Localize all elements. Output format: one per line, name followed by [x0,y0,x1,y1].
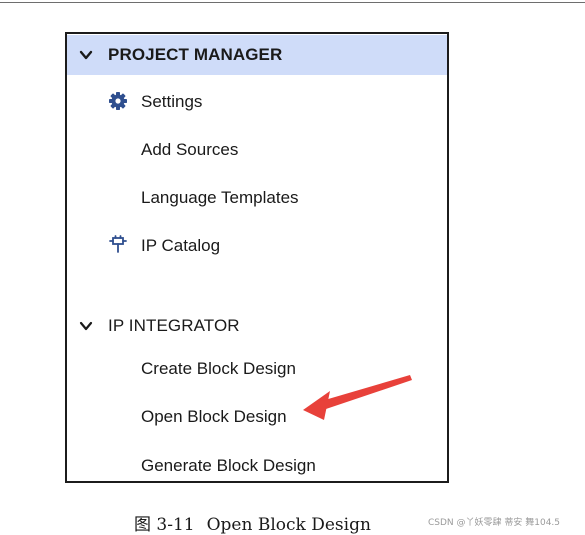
top-divider [0,2,585,3]
create-block-design-item[interactable]: Create Block Design [67,354,447,384]
generate-block-design-label: Generate Block Design [141,456,316,475]
csdn-watermark: CSDN @丫妖零肆 蒂安 舞104.5 [428,518,561,528]
add-sources-label: Add Sources [141,140,239,159]
language-templates-label: Language Templates [141,188,299,207]
project-manager-label: PROJECT MANAGER [108,45,283,64]
settings-item[interactable]: Settings [67,87,447,117]
ip-catalog-item[interactable]: IP Catalog [67,231,447,261]
ip-integrator-header[interactable]: IP INTEGRATOR [67,306,447,346]
flow-navigator-panel: PROJECT MANAGER Settings Add Sources Lan… [65,32,449,483]
open-block-design-label: Open Block Design [141,407,287,426]
generate-block-design-item[interactable]: Generate Block Design [67,451,447,481]
figure-number: 图 3-11 [134,515,195,535]
settings-label: Settings [141,92,203,111]
ip-catalog-label: IP Catalog [141,236,221,255]
open-block-design-item[interactable]: Open Block Design [67,402,447,432]
figure-title: Open Block Design [206,515,371,535]
add-sources-item[interactable]: Add Sources [67,135,447,165]
gear-icon [109,92,127,110]
ip-plug-icon [109,235,127,253]
create-block-design-label: Create Block Design [141,359,296,378]
chevron-down-icon[interactable] [79,48,93,62]
chevron-down-icon[interactable] [79,319,93,333]
figure-caption: 图 3-11 Open Block Design [134,510,371,535]
ip-integrator-label: IP INTEGRATOR [108,316,240,335]
project-manager-header[interactable]: PROJECT MANAGER [67,35,447,75]
language-templates-item[interactable]: Language Templates [67,183,447,213]
